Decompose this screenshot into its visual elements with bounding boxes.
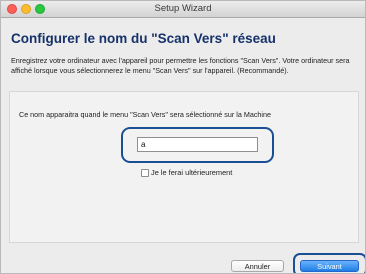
page-title: Configurer le nom du "Scan Vers" réseau xyxy=(11,31,276,46)
later-checkbox[interactable] xyxy=(141,168,149,177)
window-title: Setup Wizard xyxy=(154,3,212,14)
setup-wizard-window: Setup Wizard Configurer le nom du "Scan … xyxy=(0,0,366,274)
later-checkbox-label: Je le ferai ultérieurement xyxy=(151,168,233,177)
content-panel: Ce nom apparaitra quand le menu "Scan Ve… xyxy=(9,91,359,243)
next-button[interactable]: Suivant xyxy=(300,260,359,272)
computer-name-input[interactable] xyxy=(137,137,258,152)
name-prompt: Ce nom apparaitra quand le menu "Scan Ve… xyxy=(19,110,272,119)
page-description: Enregistrez votre ordinateur avec l'appa… xyxy=(11,56,350,75)
title-bar: Setup Wizard xyxy=(1,1,365,18)
cancel-button[interactable]: Annuler xyxy=(231,260,284,272)
later-checkbox-row[interactable]: Je le ferai ultérieurement xyxy=(141,168,232,177)
